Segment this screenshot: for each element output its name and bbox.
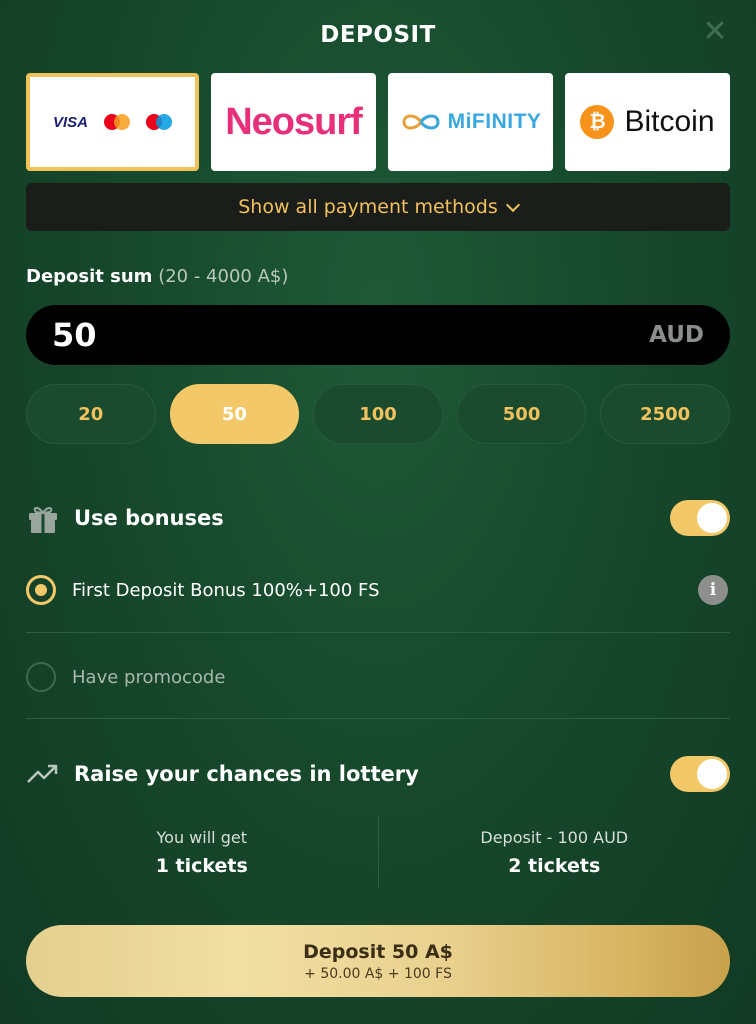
modal-header: DEPOSIT ✕ xyxy=(0,0,756,70)
tickets-upgrade-label: Deposit - 100 AUD xyxy=(480,827,629,847)
lottery-toggle[interactable] xyxy=(670,756,730,792)
preset-20[interactable]: 20 xyxy=(26,384,156,444)
payment-method-mifinity[interactable]: MiFINITY xyxy=(388,73,553,171)
maestro-logo xyxy=(146,114,172,130)
infinity-icon xyxy=(402,114,440,130)
tickets-current: You will get 1 tickets xyxy=(26,816,378,888)
lottery-title: Raise your chances in lottery xyxy=(74,762,419,786)
use-bonuses-toggle[interactable] xyxy=(670,500,730,536)
bonus-option-promocode[interactable]: Have promocode xyxy=(26,660,730,694)
visa-logo: VISA xyxy=(52,113,88,131)
amount-currency: AUD xyxy=(649,322,704,348)
radio-selected[interactable] xyxy=(26,575,56,605)
deposit-amount-input[interactable]: 50 AUD xyxy=(26,305,730,365)
show-all-label: Show all payment methods xyxy=(238,196,498,218)
gift-icon xyxy=(29,507,57,533)
payment-method-neosurf[interactable]: Neosurf xyxy=(211,73,376,171)
bitcoin-icon: ₿ xyxy=(580,105,615,139)
amount-presets: 20 50 100 500 2500 xyxy=(26,384,730,444)
tickets-current-value: 1 tickets xyxy=(155,854,248,877)
deposit-button-sublabel: + 50.00 A$ + 100 FS xyxy=(304,965,452,982)
deposit-sum-label: Deposit sum (20 - 4000 A$) xyxy=(26,266,288,287)
deposit-sum-range: (20 - 4000 A$) xyxy=(158,266,289,287)
bonus-option-first-deposit[interactable]: First Deposit Bonus 100%+100 FS i xyxy=(26,573,730,607)
divider xyxy=(26,632,730,633)
tickets-upgrade-value: 2 tickets xyxy=(508,854,601,877)
payment-method-cards[interactable]: VISA xyxy=(26,73,199,171)
trending-up-icon xyxy=(27,764,58,783)
deposit-button-label: Deposit 50 A$ xyxy=(303,940,453,963)
promocode-label: Have promocode xyxy=(72,666,226,688)
use-bonuses-title: Use bonuses xyxy=(74,506,224,530)
preset-500[interactable]: 500 xyxy=(456,384,587,444)
payment-methods: VISA Neosurf MiFINITY ₿ Bitcoin xyxy=(26,73,730,171)
payment-method-bitcoin[interactable]: ₿ Bitcoin xyxy=(565,73,730,171)
use-bonuses-row: Use bonuses xyxy=(26,498,730,538)
mifinity-logo: MiFINITY xyxy=(447,110,542,133)
toggle-knob xyxy=(697,503,727,533)
lottery-row: Raise your chances in lottery xyxy=(26,754,730,794)
lottery-tickets: You will get 1 tickets Deposit - 100 AUD… xyxy=(26,816,730,888)
mastercard-logo xyxy=(104,114,130,130)
chevron-down-icon xyxy=(505,197,520,212)
show-all-payment-methods-button[interactable]: Show all payment methods xyxy=(26,183,730,231)
toggle-knob xyxy=(697,759,727,789)
tickets-upgrade: Deposit - 100 AUD 2 tickets xyxy=(379,816,731,888)
bonus-option-label: First Deposit Bonus 100%+100 FS xyxy=(72,579,380,601)
modal-title: DEPOSIT xyxy=(320,22,436,48)
info-icon[interactable]: i xyxy=(698,575,728,605)
tickets-current-label: You will get xyxy=(156,827,247,847)
preset-100[interactable]: 100 xyxy=(313,384,443,444)
divider xyxy=(26,718,730,719)
deposit-button[interactable]: Deposit 50 A$ + 50.00 A$ + 100 FS xyxy=(26,925,730,997)
radio-unselected[interactable] xyxy=(26,662,56,692)
preset-2500[interactable]: 2500 xyxy=(600,384,730,444)
amount-value[interactable]: 50 xyxy=(52,316,97,354)
close-icon[interactable]: ✕ xyxy=(700,17,730,47)
preset-50[interactable]: 50 xyxy=(169,384,300,444)
bitcoin-label: Bitcoin xyxy=(624,105,715,138)
neosurf-logo: Neosurf xyxy=(225,100,363,143)
deposit-sum-title: Deposit sum xyxy=(26,266,153,287)
